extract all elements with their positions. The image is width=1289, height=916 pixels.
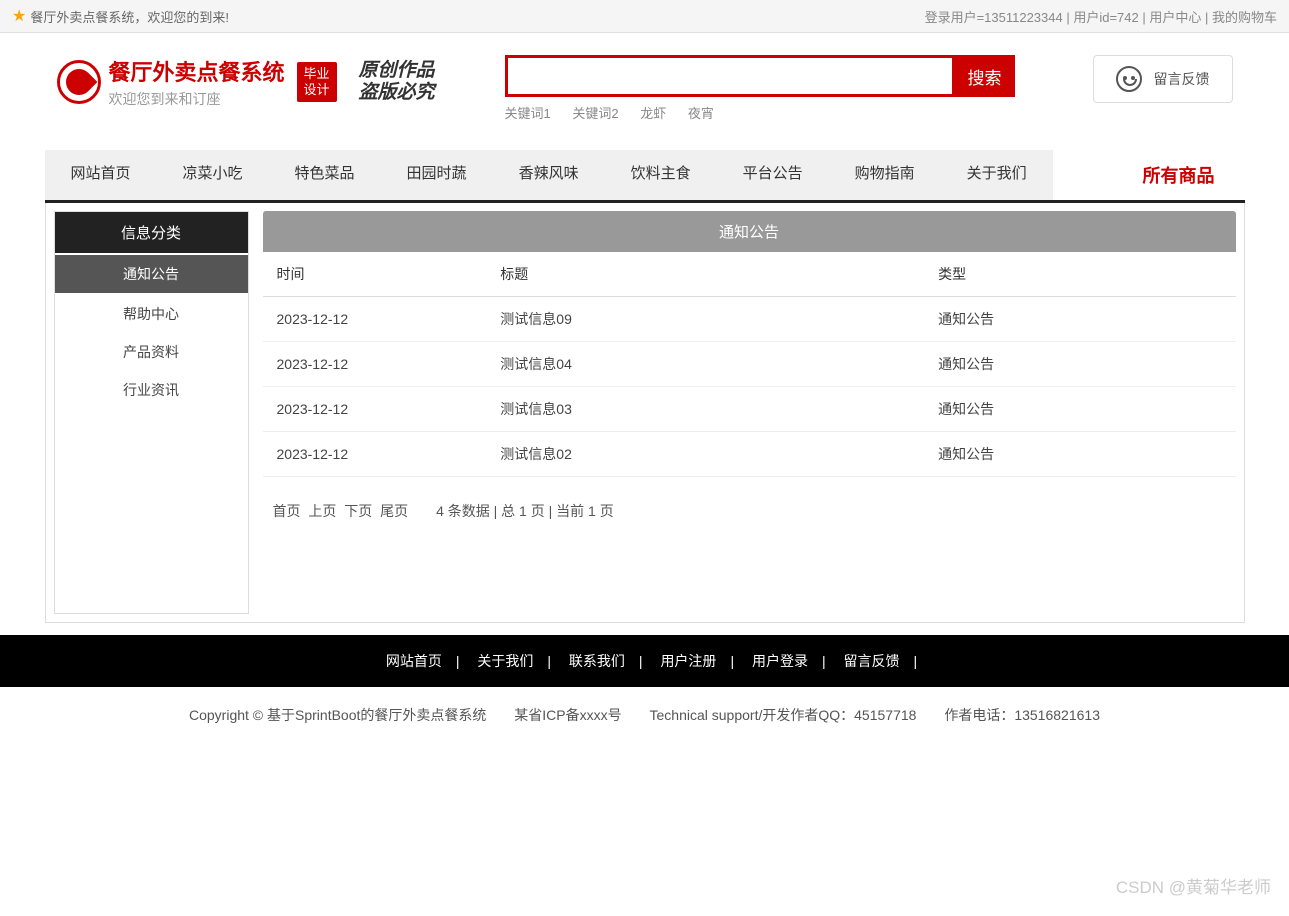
user-center-link[interactable]: 用户中心 bbox=[1149, 10, 1201, 25]
icp-text: 某省ICP备xxxx号 bbox=[514, 707, 621, 723]
footer-link-contact[interactable]: 联系我们 bbox=[555, 653, 639, 669]
nav-drinks[interactable]: 饮料主食 bbox=[605, 150, 717, 200]
copyright-text: Copyright © 基于SprintBoot的餐厅外卖点餐系统 bbox=[189, 707, 486, 723]
top-bar: ★ 餐厅外卖点餐系统，欢迎您的到来! 登录用户=13511223344 | 用户… bbox=[0, 0, 1289, 33]
footer-link-register[interactable]: 用户注册 bbox=[646, 653, 730, 669]
nav-guide[interactable]: 购物指南 bbox=[829, 150, 941, 200]
feedback-button[interactable]: 留言反馈 bbox=[1093, 55, 1233, 103]
search-input[interactable] bbox=[505, 55, 955, 97]
keyword-link[interactable]: 龙虾 bbox=[640, 106, 666, 121]
my-cart-link[interactable]: 我的购物车 bbox=[1212, 10, 1277, 25]
login-user: 登录用户=13511223344 bbox=[925, 10, 1063, 25]
content-panel: 通知公告 时间 标题 类型 2023-12-12 测试信息09 通知公告 202… bbox=[263, 211, 1236, 614]
pager-first[interactable]: 首页 bbox=[273, 503, 301, 519]
author-phone: 作者电话：13516821613 bbox=[944, 707, 1100, 723]
content-header: 通知公告 bbox=[263, 211, 1236, 252]
graduation-badge: 毕业 设计 bbox=[297, 62, 337, 102]
notice-table: 时间 标题 类型 2023-12-12 测试信息09 通知公告 2023-12-… bbox=[263, 252, 1236, 477]
watermark: CSDN @黄菊华老师 bbox=[1116, 873, 1271, 898]
pager-last[interactable]: 尾页 bbox=[380, 503, 408, 519]
footer-link-about[interactable]: 关于我们 bbox=[463, 653, 547, 669]
table-row[interactable]: 2023-12-12 测试信息09 通知公告 bbox=[263, 297, 1236, 342]
pager-next[interactable]: 下页 bbox=[344, 503, 372, 519]
table-row[interactable]: 2023-12-12 测试信息02 通知公告 bbox=[263, 432, 1236, 477]
pager-info: 4 条数据 | 总 1 页 | 当前 1 页 bbox=[436, 503, 614, 519]
sidebar-item-notice[interactable]: 通知公告 bbox=[55, 255, 248, 293]
keyword-link[interactable]: 夜宵 bbox=[688, 106, 714, 121]
top-bar-left: ★ 餐厅外卖点餐系统，欢迎您的到来! bbox=[12, 6, 229, 26]
table-row[interactable]: 2023-12-12 测试信息03 通知公告 bbox=[263, 387, 1236, 432]
person-icon bbox=[1116, 66, 1142, 92]
star-icon: ★ bbox=[12, 6, 26, 26]
footer-link-login[interactable]: 用户登录 bbox=[738, 653, 822, 669]
keyword-link[interactable]: 关键词2 bbox=[572, 106, 618, 121]
nav-cold-dishes[interactable]: 凉菜小吃 bbox=[157, 150, 269, 200]
welcome-text: 餐厅外卖点餐系统，欢迎您的到来! bbox=[30, 7, 229, 26]
col-type: 类型 bbox=[924, 252, 1235, 297]
logo-text: 餐厅外卖点餐系统 欢迎您到来和订座 bbox=[109, 55, 285, 109]
main-content: 信息分类 通知公告 帮助中心 产品资料 行业资讯 通知公告 时间 标题 类型 2… bbox=[45, 203, 1245, 623]
header: 餐厅外卖点餐系统 欢迎您到来和订座 毕业 设计 原创作品 盗版必究 搜索 关键词… bbox=[45, 33, 1245, 132]
nav-announcement[interactable]: 平台公告 bbox=[717, 150, 829, 200]
search-block: 搜索 关键词1 关键词2 龙虾 夜宵 bbox=[505, 55, 1015, 122]
table-header-row: 时间 标题 类型 bbox=[263, 252, 1236, 297]
keyword-link[interactable]: 关键词1 bbox=[505, 106, 551, 121]
sidebar-item-help[interactable]: 帮助中心 bbox=[55, 295, 248, 333]
sidebar: 信息分类 通知公告 帮助中心 产品资料 行业资讯 bbox=[54, 211, 249, 614]
script-text: 原创作品 盗版必究 bbox=[359, 60, 435, 104]
footer-link-home[interactable]: 网站首页 bbox=[372, 653, 456, 669]
sidebar-list: 通知公告 帮助中心 产品资料 行业资讯 bbox=[55, 255, 248, 409]
nav-about[interactable]: 关于我们 bbox=[941, 150, 1053, 200]
search-row: 搜索 bbox=[505, 55, 1015, 97]
footer-copyright: Copyright © 基于SprintBoot的餐厅外卖点餐系统 某省ICP备… bbox=[0, 687, 1289, 743]
sidebar-item-product[interactable]: 产品资料 bbox=[55, 333, 248, 371]
nav-vegetables[interactable]: 田园时蔬 bbox=[381, 150, 493, 200]
footer-link-feedback[interactable]: 留言反馈 bbox=[830, 653, 914, 669]
feedback-label: 留言反馈 bbox=[1154, 69, 1210, 89]
col-time: 时间 bbox=[263, 252, 487, 297]
keywords: 关键词1 关键词2 龙虾 夜宵 bbox=[505, 103, 1015, 122]
logo-icon bbox=[57, 60, 101, 104]
logo-subtitle: 欢迎您到来和订座 bbox=[109, 89, 285, 109]
pager: 首页 上页 下页 尾页 4 条数据 | 总 1 页 | 当前 1 页 bbox=[263, 477, 1236, 545]
logo-block[interactable]: 餐厅外卖点餐系统 欢迎您到来和订座 毕业 设计 原创作品 盗版必究 bbox=[57, 55, 435, 109]
table-row[interactable]: 2023-12-12 测试信息04 通知公告 bbox=[263, 342, 1236, 387]
nav-home[interactable]: 网站首页 bbox=[45, 150, 157, 200]
nav-all-products[interactable]: 所有商品 bbox=[1113, 150, 1245, 200]
search-button[interactable]: 搜索 bbox=[955, 55, 1015, 97]
top-bar-right: 登录用户=13511223344 | 用户id=742 | 用户中心 | 我的购… bbox=[925, 7, 1277, 26]
col-title: 标题 bbox=[486, 252, 924, 297]
user-id: 用户id=742 bbox=[1073, 10, 1138, 25]
main-nav: 网站首页 凉菜小吃 特色菜品 田园时蔬 香辣风味 饮料主食 平台公告 购物指南 … bbox=[45, 150, 1245, 203]
footer-nav: 网站首页| 关于我们| 联系我们| 用户注册| 用户登录| 留言反馈| bbox=[0, 635, 1289, 687]
nav-spicy[interactable]: 香辣风味 bbox=[493, 150, 605, 200]
logo-title: 餐厅外卖点餐系统 bbox=[109, 55, 285, 87]
sidebar-title: 信息分类 bbox=[55, 212, 248, 253]
tech-support: Technical support/开发作者QQ：45157718 bbox=[650, 707, 917, 723]
pager-prev[interactable]: 上页 bbox=[308, 503, 336, 519]
sidebar-item-industry[interactable]: 行业资讯 bbox=[55, 371, 248, 409]
nav-special[interactable]: 特色菜品 bbox=[269, 150, 381, 200]
